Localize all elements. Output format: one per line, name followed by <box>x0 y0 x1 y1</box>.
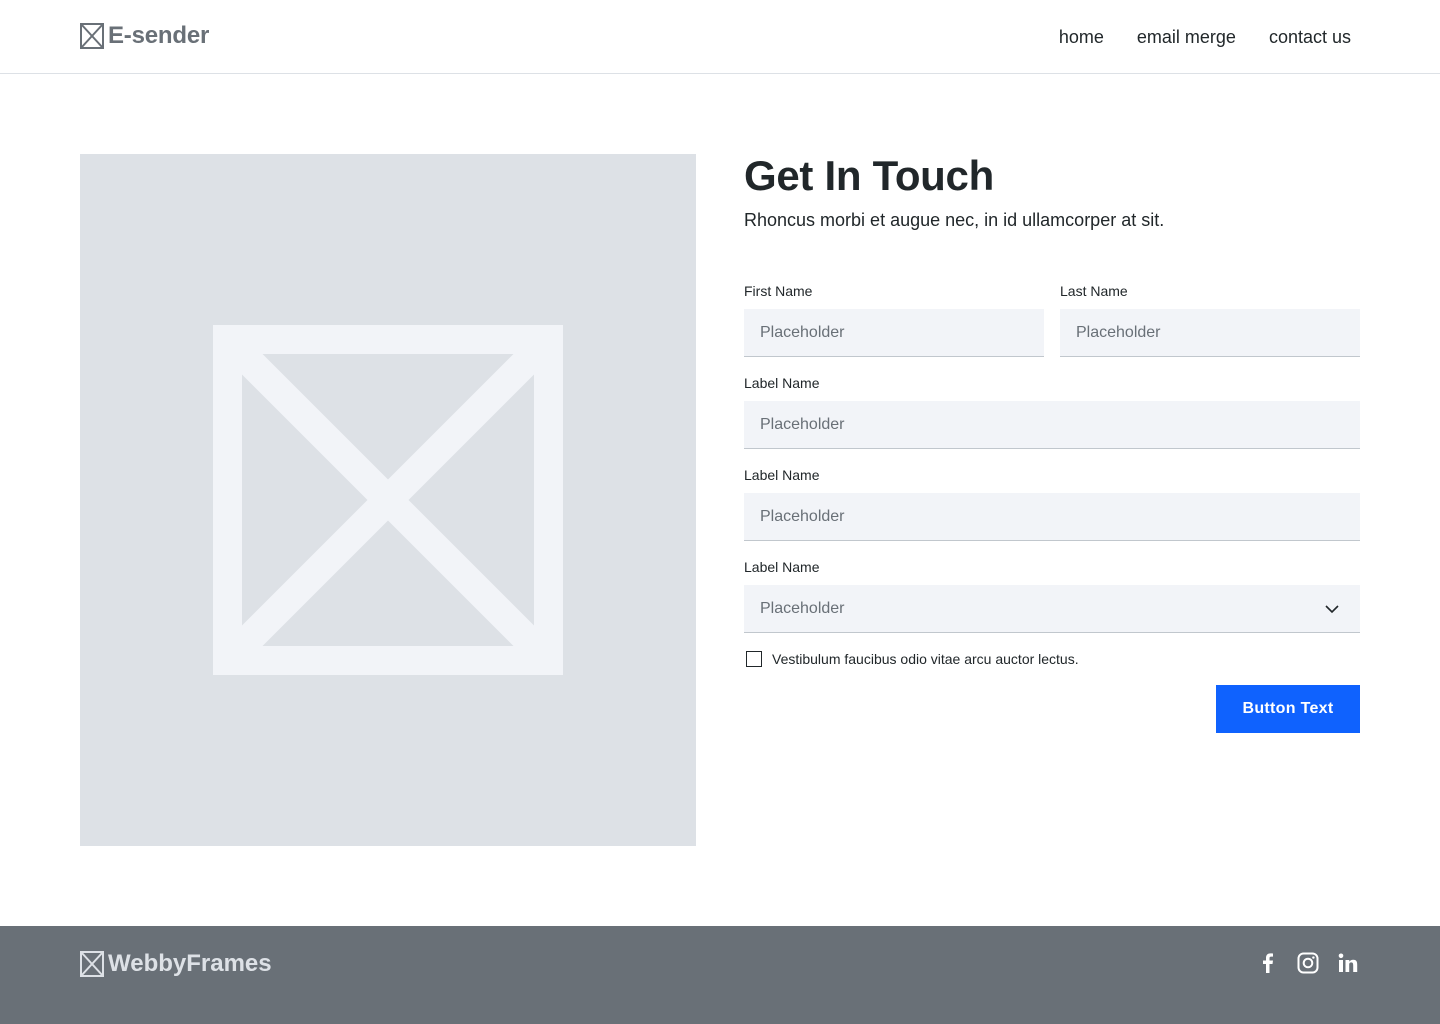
field2-label: Label Name <box>744 467 820 483</box>
consent-row: Vestibulum faucibus odio vitae arcu auct… <box>746 651 1079 667</box>
image-placeholder-icon <box>213 325 563 675</box>
field1-input[interactable] <box>744 401 1360 449</box>
nav-home[interactable]: home <box>1059 26 1104 48</box>
footer-logo-text: WebbyFrames <box>108 950 272 977</box>
field2-input[interactable] <box>744 493 1360 541</box>
main-nav: home email merge contact us <box>1026 26 1351 48</box>
footer-logo[interactable]: WebbyFrames <box>80 950 272 978</box>
last-name-label: Last Name <box>1060 283 1128 299</box>
hero-image <box>80 154 696 846</box>
page-title: Get In Touch <box>744 152 994 199</box>
footer-logo-icon <box>80 951 104 977</box>
first-name-label: First Name <box>744 283 813 299</box>
chevron-down-icon <box>1325 604 1339 613</box>
logo[interactable]: E-sender <box>80 22 209 50</box>
social-links <box>1240 951 1360 975</box>
consent-checkbox[interactable] <box>746 651 762 667</box>
dropdown-value: Placeholder <box>760 599 845 617</box>
first-name-input[interactable] <box>744 309 1044 357</box>
nav-email-merge[interactable]: email merge <box>1137 26 1236 48</box>
site-footer: WebbyFrames <box>0 926 1440 1024</box>
dropdown-select[interactable]: Placeholder <box>744 585 1360 633</box>
site-header: E-sender home email merge contact us <box>0 0 1440 74</box>
logo-icon <box>80 23 104 49</box>
logo-text: E-sender <box>108 22 210 49</box>
instagram-icon[interactable] <box>1296 951 1320 975</box>
last-name-input[interactable] <box>1060 309 1360 357</box>
linkedin-icon[interactable] <box>1336 951 1360 975</box>
submit-button[interactable]: Button Text <box>1216 685 1360 733</box>
page-subtitle: Rhoncus morbi et augue nec, in id ullamc… <box>744 210 1165 230</box>
select-label: Label Name <box>744 559 820 575</box>
nav-contact-us[interactable]: contact us <box>1269 26 1351 48</box>
field1-label: Label Name <box>744 375 820 391</box>
facebook-icon[interactable] <box>1256 951 1280 975</box>
consent-label: Vestibulum faucibus odio vitae arcu auct… <box>772 651 1079 667</box>
